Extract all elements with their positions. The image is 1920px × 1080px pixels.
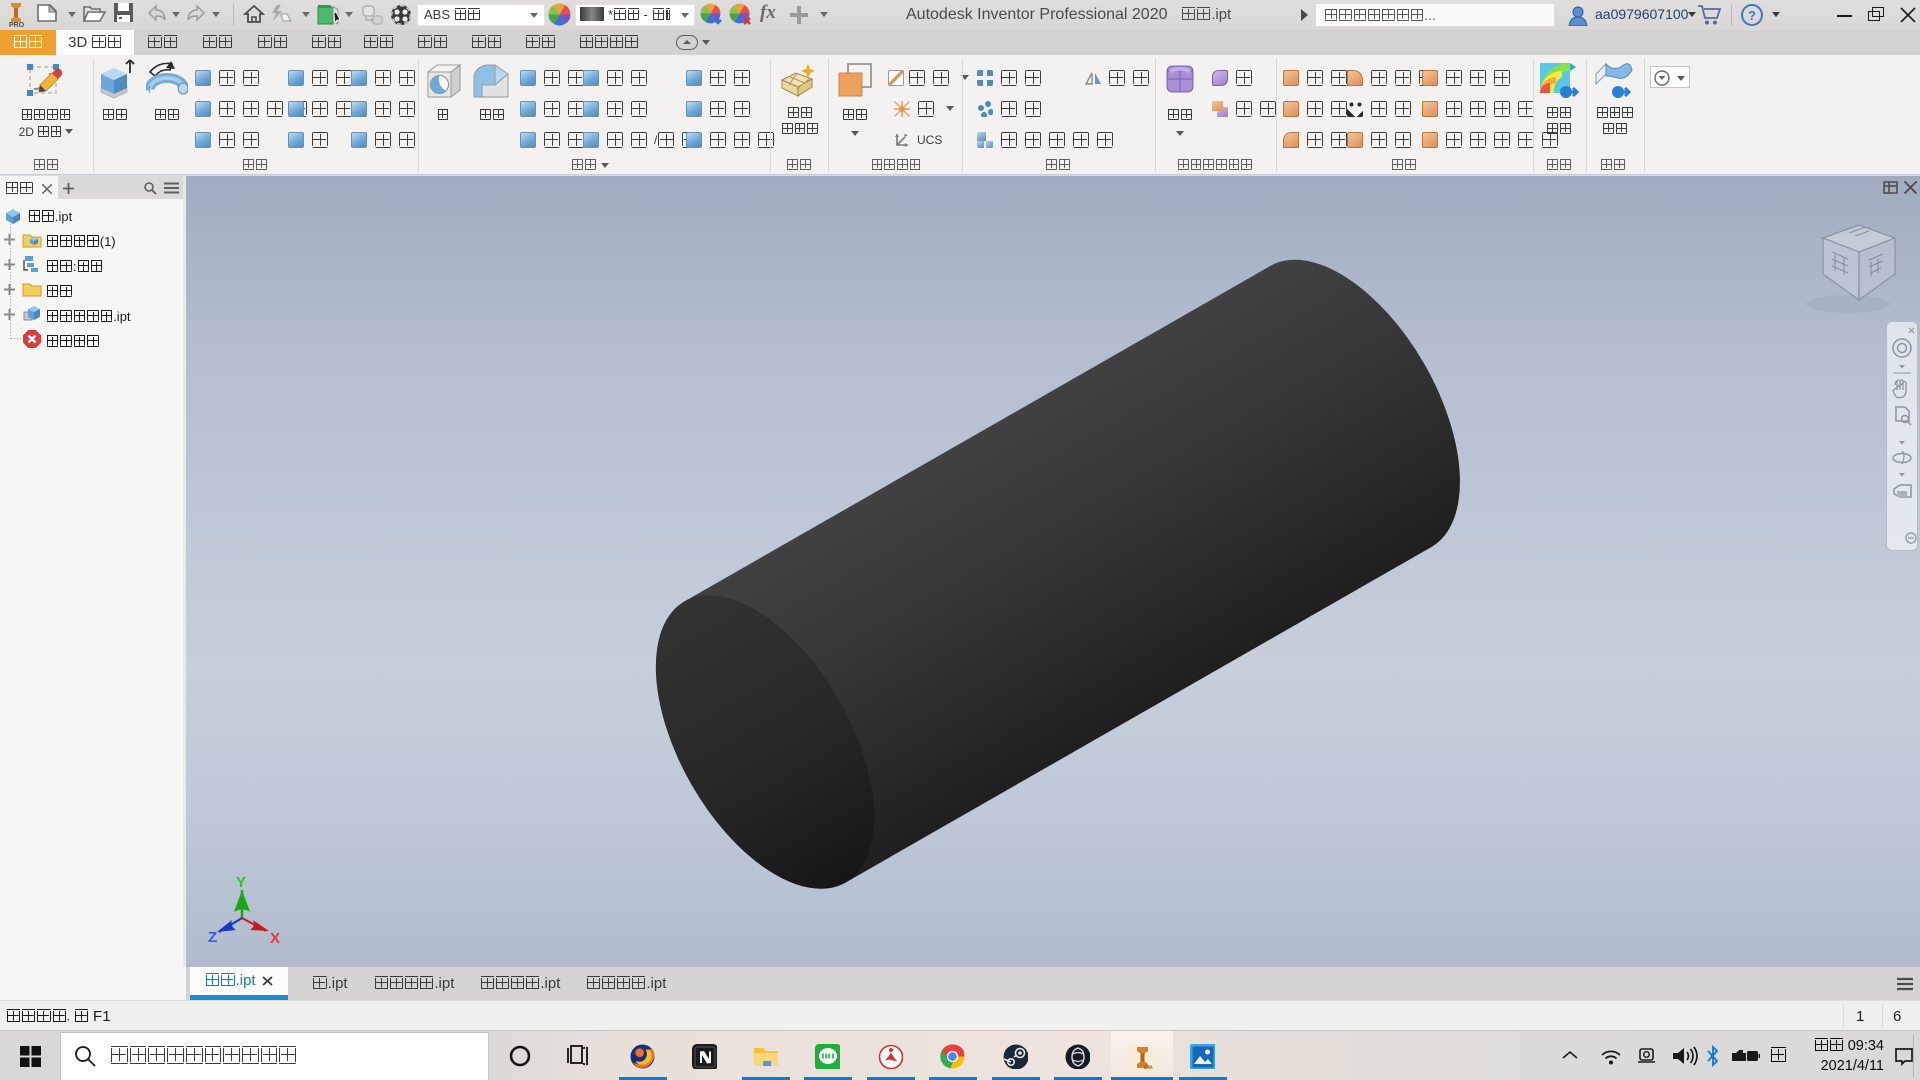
svg-text:X: X bbox=[270, 930, 280, 947]
svg-text:?: ? bbox=[1748, 8, 1756, 23]
svg-text:PRO: PRO bbox=[1144, 1066, 1153, 1069]
svg-text:Z: Z bbox=[208, 929, 217, 946]
svg-text:Y: Y bbox=[236, 874, 246, 891]
svg-text:PRO: PRO bbox=[9, 22, 25, 28]
